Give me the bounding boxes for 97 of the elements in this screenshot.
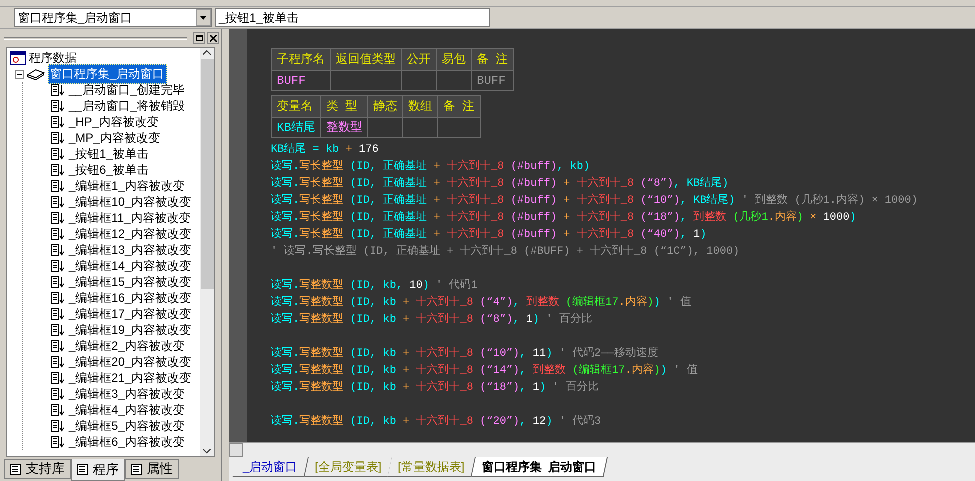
code-line: 读写.写长整型 (ID, 正确基址 + 十六到十_8 (#buff) + 十六到十_8 (“8”), KB结尾) [271,176,729,192]
method-icon [51,212,65,224]
method-icon [51,260,65,272]
column-header: 备 注 [472,48,514,70]
column-header: 子程序名 [272,48,330,70]
method-icon [51,180,65,192]
tree-item[interactable]: _编辑框13_内容被改变 [69,241,192,259]
code-line: 读写.写整数型 (ID, kb + 十六到十_8 (“18”), 1) ' 百分比 [271,380,599,396]
editor-tab[interactable]: [常量数据表] [388,457,476,477]
tree-item[interactable]: _按钮6_被单击 [69,161,150,179]
method-icon [51,420,65,432]
method-icon [51,244,65,256]
method-icon [51,292,65,304]
method-icon [51,148,65,160]
program-data-icon [10,51,26,65]
code-line: 读写.写整数型 (ID, kb + 十六到十_8 (“4”), 到整数 (编辑框17.内容)) ' 值 [271,295,692,311]
method-icon [51,228,65,240]
code-line: 读写.写长整型 (ID, 正确基址 + 十六到十_8 (#buff), kb) [271,159,590,175]
tab-icon [10,464,23,474]
method-icon [51,436,65,448]
panel-tab[interactable]: 程序 [71,459,125,481]
tree-item[interactable]: _编辑框3_内容被改变 [69,385,186,403]
code-line: 读写.写长整型 (ID, 正确基址 + 十六到十_8 (#buff) + 十六到十_8 (“18”), 到整数 (几秒1.内容) × 1000) [271,210,856,226]
method-icon [51,356,65,368]
panel-tab[interactable]: 支持库 [4,459,71,479]
code-line: 读写.写长整型 (ID, 正确基址 + 十六到十_8 (#buff) + 十六到十_8 (“40”), 1) [271,227,707,243]
tree-item[interactable]: _编辑框6_内容被改变 [69,433,186,451]
tree-item[interactable]: _编辑框14_内容被改变 [69,257,192,275]
method-icon [51,196,65,208]
tab-icon [131,464,144,474]
method-icon [51,404,65,416]
tree-item[interactable]: _HP_内容被改变 [69,113,160,131]
editor-tab[interactable]: 窗口程序集_启动窗口 [472,457,608,477]
tree-item[interactable]: _编辑框10_内容被改变 [69,193,192,211]
column-header: 变量名 [272,96,321,118]
code-line: KB结尾 = kb + 176 [271,142,379,158]
method-icon [51,100,65,112]
column-header: 备 注 [438,96,480,118]
tree-item[interactable]: _按钮1_被单击 [69,145,150,163]
method-icon [51,116,65,128]
module-icon [27,68,45,80]
column-header: 数组 [402,96,438,118]
method-icon [51,164,65,176]
table-cell: BUFF [472,70,514,90]
tree-item[interactable]: __启动窗口_创建完毕 [69,81,186,99]
vertical-scrollbar[interactable] [200,48,214,456]
tree-item[interactable]: _编辑框17_内容被改变 [69,305,192,323]
method-icon [51,388,65,400]
panel-tab[interactable]: 属性 [125,459,179,479]
tree-item[interactable]: _编辑框20_内容被改变 [69,353,192,371]
tree-item[interactable]: _编辑框5_内容被改变 [69,417,186,435]
module-dropdown[interactable]: 窗口程序集_启动窗口 [14,8,212,27]
method-icon [51,84,65,96]
tree-item[interactable]: _编辑框21_内容被改变 [69,369,192,387]
column-header: 公开 [402,48,436,70]
editor-tab[interactable]: [全局变量表] [304,457,392,477]
close-icon[interactable] [207,32,219,44]
column-header: 易包 [436,48,472,70]
method-dropdown[interactable]: _按钮1_被单击 [215,8,490,27]
restore-icon[interactable] [193,32,205,44]
tree-root-label[interactable]: 程序数据 [29,49,77,67]
tree-item[interactable]: _编辑框11_内容被改变 [69,209,191,227]
code-line: 读写.写长整型 (ID, 正确基址 + 十六到十_8 (#buff) + 十六到十_8 (“10”), KB结尾) ' 到整数 (几秒1.内容) × 1000) [271,193,918,209]
method-icon [51,372,65,384]
editor-tab[interactable]: _启动窗口 [232,457,309,477]
tree-item[interactable]: _编辑框19_内容被改变 [69,321,192,339]
method-icon [51,132,65,144]
method-icon [51,324,65,336]
tree-item[interactable]: _编辑框16_内容被改变 [69,289,192,307]
tree-item[interactable]: 窗口程序集_启动窗口 [48,64,167,84]
collapse-icon[interactable] [15,70,24,78]
tab-icon [77,464,90,475]
column-header: 返回值类型 [330,48,402,70]
method-icon [51,308,65,320]
table-cell: 整数型 [320,118,368,138]
tree-item[interactable]: _编辑框12_内容被改变 [69,225,192,243]
tree-item[interactable]: _编辑框1_内容被改变 [69,177,186,195]
code-line: ' 读写.写长整型 (ID, 正确基址 + 十六到十_8 (#BUFF) + 十六到十_8 (“1C”), 1000) [271,244,740,260]
table-cell: BUFF [272,70,330,90]
method-icon [51,276,65,288]
code-line: 读写.写整数型 (ID, kb + 十六到十_8 (“8”), 1) ' 百分比 [271,312,592,328]
code-line: 读写.写整数型 (ID, kb + 十六到十_8 (“10”), 11) ' 代码2——移动速度 [271,346,658,362]
tree-item[interactable]: _编辑框4_内容被改变 [69,401,186,419]
code-line: 读写.写整数型 (ID, kb + 十六到十_8 (“14”), 到整数 (编辑框17.内容)) ' 值 [271,363,698,379]
horizontal-scrollbar[interactable] [229,442,975,457]
column-header: 静态 [368,96,403,118]
tree-item[interactable]: _编辑框2_内容被改变 [69,337,186,355]
method-icon [51,340,65,352]
code-line: 读写.写整数型 (ID, kb, 10) ' 代码1 [271,278,478,294]
scroll-down-icon[interactable] [203,449,211,454]
table-cell: KB结尾 [272,118,321,138]
tree-item[interactable]: _MP_内容被改变 [69,129,160,147]
tree-item[interactable]: __启动窗口_将被销毁 [69,97,186,115]
column-header: 类 型 [320,96,368,118]
tree-item[interactable]: _编辑框15_内容被改变 [69,273,192,291]
scroll-up-icon[interactable] [203,50,211,55]
code-line: 读写.写整数型 (ID, kb + 十六到十_8 (“20”), 12) ' 代码3 [271,414,602,430]
